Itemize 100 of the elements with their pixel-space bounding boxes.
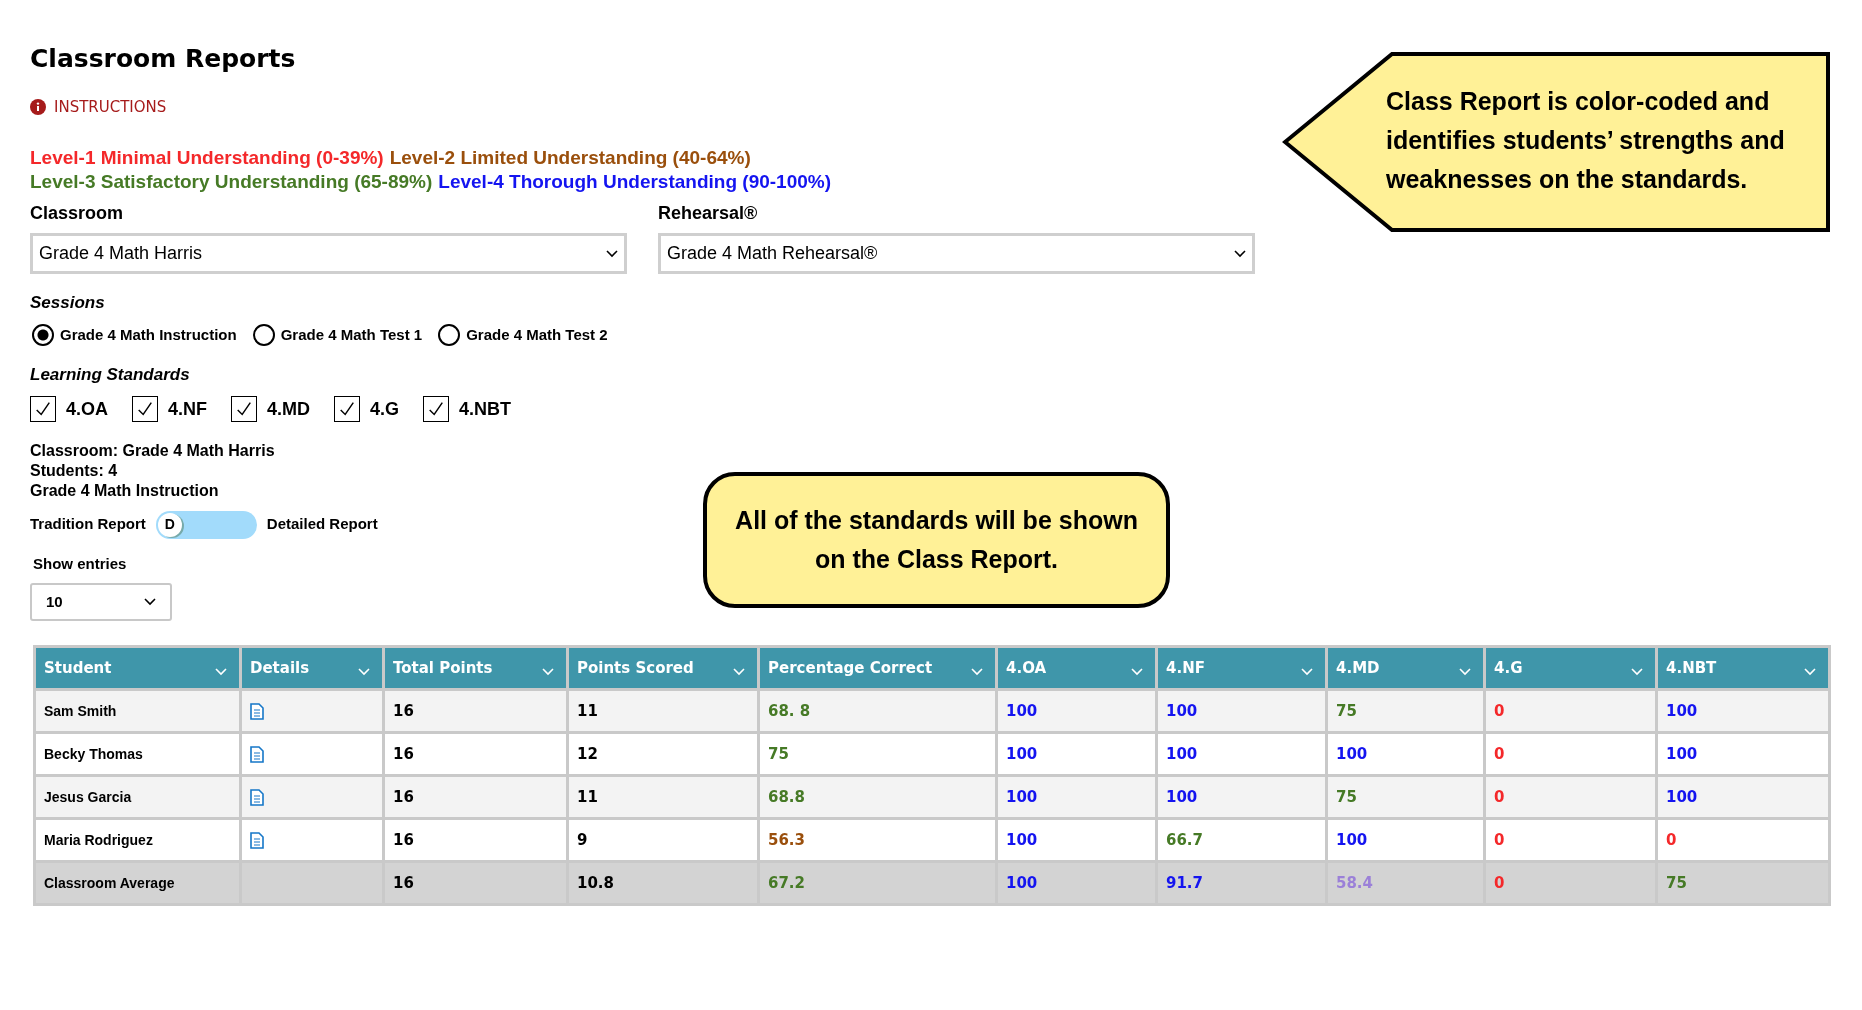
radio-label: Grade 4 Math Test 2: [466, 324, 608, 345]
table-cell: 16: [383, 689, 568, 733]
info-icon: [30, 98, 46, 115]
chevron-down-icon: [1131, 668, 1143, 676]
entries-select[interactable]: 10: [30, 583, 172, 621]
score-cell: 56.3: [758, 818, 997, 862]
column-header[interactable]: 4.NBT: [1656, 646, 1830, 690]
select-label: Rehearsal®: [658, 202, 758, 225]
score-cell: 75: [758, 732, 997, 776]
section-label: Sessions: [30, 292, 105, 314]
chevron-down-icon: [542, 668, 554, 676]
checkbox[interactable]: [231, 396, 258, 422]
column-header[interactable]: Student: [34, 646, 241, 690]
chevron-down-icon: [733, 668, 745, 676]
radio-label: Grade 4 Math Instruction: [60, 324, 237, 345]
select-label: Classroom: [30, 202, 124, 225]
radio-label: Grade 4 Math Test 1: [280, 324, 423, 345]
score-cell: 100: [1326, 732, 1485, 776]
checkbox[interactable]: [132, 396, 158, 422]
chevron-down-icon: [1301, 668, 1313, 676]
score-cell: 0: [1484, 732, 1657, 776]
checkmark-icon: [338, 400, 357, 418]
checkmark-icon: [427, 400, 446, 418]
checkbox[interactable]: [30, 396, 56, 422]
column-header[interactable]: Details: [240, 646, 384, 690]
score-cell: 0: [1656, 818, 1830, 862]
student-name: Sam Smith: [34, 689, 241, 733]
student-name: Maria Rodriguez: [34, 818, 241, 862]
toggle-label: Tradition Report: [30, 514, 146, 535]
document-icon[interactable]: [250, 702, 264, 720]
level-legend: Level-1 Minimal Understanding (0-39%): [30, 146, 384, 170]
checkmark-icon: [34, 400, 52, 418]
column-header[interactable]: Total Points: [383, 646, 568, 690]
document-icon[interactable]: [250, 831, 264, 849]
score-cell: 68.8: [758, 775, 997, 819]
column-header[interactable]: Points Scored: [567, 646, 759, 690]
score-cell: 0: [1484, 689, 1657, 733]
page-title: Classroom Reports: [30, 43, 296, 75]
radio-button[interactable]: [438, 323, 461, 346]
table-cell: 16: [383, 861, 568, 905]
score-cell: 75: [1656, 861, 1830, 905]
show-entries-label: Show entries: [33, 553, 127, 574]
radio-button[interactable]: [32, 323, 54, 346]
score-cell: 58.4: [1326, 861, 1485, 905]
score-cell: 66.7: [1156, 818, 1327, 862]
column-header[interactable]: 4.OA: [996, 646, 1157, 690]
table-cell: 9: [567, 818, 759, 862]
score-cell: 100: [996, 689, 1157, 733]
checkmark-icon: [136, 400, 154, 418]
score-cell: 100: [996, 861, 1157, 905]
table-cell: 11: [567, 775, 759, 819]
table-cell: 16: [383, 775, 568, 819]
level-legend: Level-2 Limited Understanding (40-64%): [389, 146, 751, 170]
report-toggle[interactable]: D: [155, 510, 257, 539]
checkbox-label: 4.MD: [267, 397, 311, 421]
column-header[interactable]: 4.MD: [1326, 646, 1485, 690]
checkmark-icon: [235, 400, 254, 418]
chevron-down-icon: [358, 668, 370, 676]
instructions-link[interactable]: INSTRUCTIONS: [54, 95, 167, 118]
toggle-label: Detailed Report: [266, 514, 378, 535]
score-cell: 100: [996, 732, 1157, 776]
score-cell: 91.7: [1156, 861, 1327, 905]
score-cell: 100: [1156, 775, 1327, 819]
score-cell: 100: [1156, 732, 1327, 776]
chevron-down-icon: [144, 598, 156, 606]
score-cell: 0: [1484, 861, 1657, 905]
summary-text: Grade 4 Math Instruction: [30, 480, 219, 501]
student-name: Classroom Average: [34, 861, 241, 905]
column-header[interactable]: 4.NF: [1156, 646, 1327, 690]
dropdown-select[interactable]: Grade 4 Math Harris: [30, 233, 627, 274]
checkbox[interactable]: [334, 396, 361, 422]
score-cell: 67.2: [758, 861, 997, 905]
section-label: Learning Standards: [30, 364, 190, 386]
table-cell: 11: [567, 689, 759, 733]
chevron-down-icon: [1631, 668, 1643, 676]
score-cell: 0: [1484, 775, 1657, 819]
level-legend: Level-4 Thorough Understanding (90-100%): [438, 170, 832, 194]
dropdown-select[interactable]: Grade 4 Math Rehearsal®: [658, 233, 1255, 274]
chevron-down-icon: [971, 668, 983, 676]
checkbox[interactable]: [423, 396, 450, 422]
score-cell: 75: [1326, 775, 1485, 819]
column-header[interactable]: Percentage Correct: [758, 646, 997, 690]
level-legend: Level-3 Satisfactory Understanding (65-89%): [30, 170, 433, 194]
column-header[interactable]: 4.G: [1484, 646, 1657, 690]
callout-text: Class Report is color-coded and identifies students’ strengths and weaknesses on the standards.: [1386, 86, 1786, 195]
callout-text: All of the standards will be shown on the Class Report.: [734, 505, 1139, 575]
radio-button[interactable]: [252, 323, 275, 346]
document-icon[interactable]: [250, 788, 264, 806]
chevron-down-icon: [1804, 668, 1816, 676]
score-cell: 100: [1656, 732, 1830, 776]
table-cell: 10.8: [567, 861, 759, 905]
student-name: Becky Thomas: [34, 732, 241, 776]
table-cell: 16: [383, 732, 568, 776]
document-icon[interactable]: [250, 745, 264, 763]
summary-text: Students: 4: [30, 460, 118, 481]
checkbox-label: 4.OA: [66, 397, 108, 421]
summary-text: Classroom: Grade 4 Math Harris: [30, 440, 275, 461]
chevron-down-icon: [215, 668, 227, 676]
chevron-down-icon: [606, 249, 618, 258]
score-cell: 100: [1656, 689, 1830, 733]
